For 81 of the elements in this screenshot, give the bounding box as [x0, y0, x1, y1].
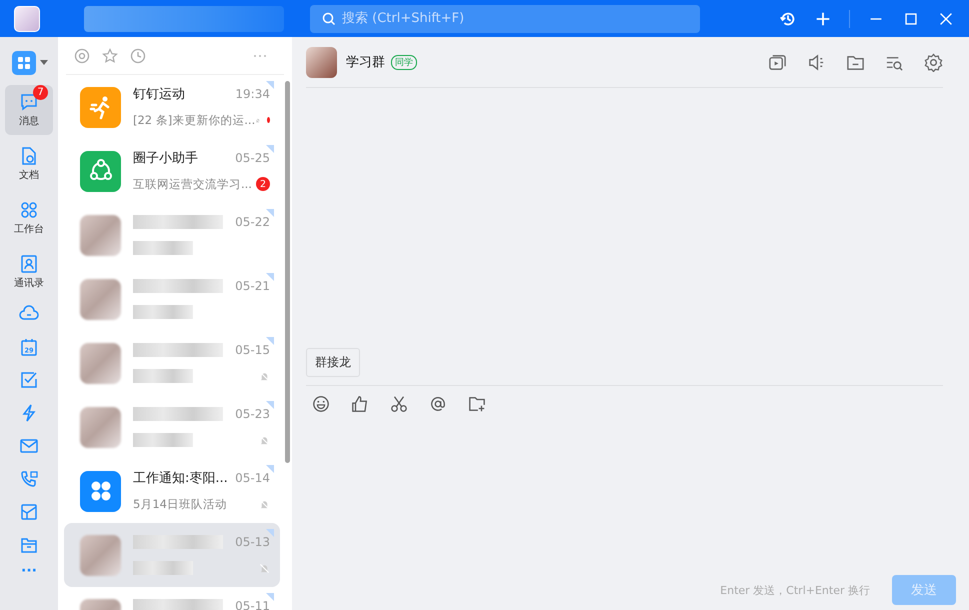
search-field[interactable]: 搜索 (Ctrl+Shift+F) [310, 4, 700, 32]
corner-marker [266, 465, 274, 473]
message-preview: [22 条]来更新你的运... [133, 112, 256, 128]
chat-item[interactable]: 05-21 [64, 267, 280, 331]
chat-name: 圈子小助手 [133, 150, 198, 167]
blurred-avatar [80, 406, 121, 448]
search-icon [322, 12, 336, 26]
blurred-text [133, 305, 193, 319]
emoji-icon[interactable] [312, 395, 330, 413]
sidebar-item[interactable]: 工作台 [5, 193, 53, 243]
star-icon[interactable] [102, 48, 118, 64]
blurred-text [133, 433, 193, 447]
at-icon[interactable] [429, 395, 447, 413]
app-avatar-icon [80, 86, 121, 128]
sidebar-item[interactable]: 通讯录 [5, 247, 53, 297]
unread-badge: 7 [33, 85, 48, 100]
chat-item[interactable]: 钉钉运动 19:34 [22 条]来更新你的运... [64, 75, 280, 139]
chat-time: 19:34 [235, 87, 270, 101]
chat-item[interactable]: 05-22 [64, 203, 280, 267]
app-avatar-icon [80, 470, 121, 512]
blurred-text [133, 241, 193, 255]
scissors-icon[interactable] [390, 395, 408, 413]
chat-name: 钉钉运动 [133, 86, 185, 103]
phone-icon [19, 468, 39, 488]
scrollbar[interactable] [285, 81, 290, 463]
corner-marker [266, 273, 274, 281]
message-preview: 5月14日班队活动 [133, 496, 227, 512]
chat-item[interactable]: 05-11 [64, 587, 280, 610]
contacts-icon [19, 254, 39, 274]
corner-marker [266, 337, 274, 345]
chat-time: 05-25 [235, 151, 270, 165]
avatar-placeholder [306, 46, 337, 78]
blurred-avatar [80, 342, 121, 384]
chat-name: 工作通知:枣阳... [133, 470, 228, 487]
folder-add-icon[interactable] [468, 395, 486, 413]
settings-icon[interactable] [924, 52, 943, 72]
box-icon [19, 502, 39, 522]
message-preview: 互联网运营交流学习... [133, 176, 252, 192]
corner-marker [266, 593, 274, 601]
corner-marker [266, 209, 274, 217]
message-icon [19, 92, 39, 112]
chat-time: 05-13 [235, 535, 270, 549]
chat-time: 05-23 [235, 407, 270, 421]
chat-time: 05-15 [235, 343, 270, 357]
corner-marker [266, 401, 274, 409]
group-relay-button[interactable]: 群接龙 [306, 348, 360, 377]
blurred-avatar [80, 534, 121, 576]
app-switcher-button[interactable] [12, 51, 36, 75]
group-title: 学习群 [346, 54, 385, 71]
grid-icon [19, 200, 39, 220]
chat-item[interactable]: 05-13 [64, 523, 280, 587]
chat-item[interactable]: 05-15 [64, 331, 280, 395]
sidebar-item[interactable]: 消息 7 [5, 85, 53, 135]
todo-icon [19, 370, 39, 390]
chat-time: 05-11 [235, 599, 270, 610]
chat-time: 05-21 [235, 279, 270, 293]
add-icon[interactable] [814, 10, 832, 28]
group-tag: 同学 [391, 54, 417, 70]
grid-icon [18, 57, 30, 69]
corner-marker [266, 145, 274, 153]
app-logo-icon[interactable] [14, 6, 40, 32]
blurred-avatar [80, 278, 121, 320]
corner-marker [266, 529, 274, 537]
blurred-avatar [80, 214, 121, 256]
unread-badge: 2 [256, 177, 270, 191]
chat-time: 05-22 [235, 215, 270, 229]
history-icon[interactable] [779, 10, 797, 28]
chat-item[interactable]: 圈子小助手 05-25 互联网运营交流学习... 2 [64, 139, 280, 203]
blurred-text [133, 561, 193, 575]
speaker-icon[interactable] [807, 52, 826, 72]
more-button[interactable]: ··· [13, 563, 45, 579]
thumbs-up-icon[interactable] [351, 395, 369, 413]
blurred-text [133, 369, 193, 383]
chat-item[interactable]: 工作通知:枣阳... 05-14 5月14日班队活动 [64, 459, 280, 523]
chat-time: 05-14 [235, 471, 270, 485]
chat-item[interactable]: 05-23 [64, 395, 280, 459]
video-icon[interactable] [768, 52, 787, 72]
input-hint: Enter 发送，Ctrl+Enter 换行 [720, 582, 870, 598]
corner-marker [266, 81, 274, 89]
sidebar-item[interactable]: 文档 [5, 139, 53, 189]
app-avatar-icon [80, 150, 121, 192]
